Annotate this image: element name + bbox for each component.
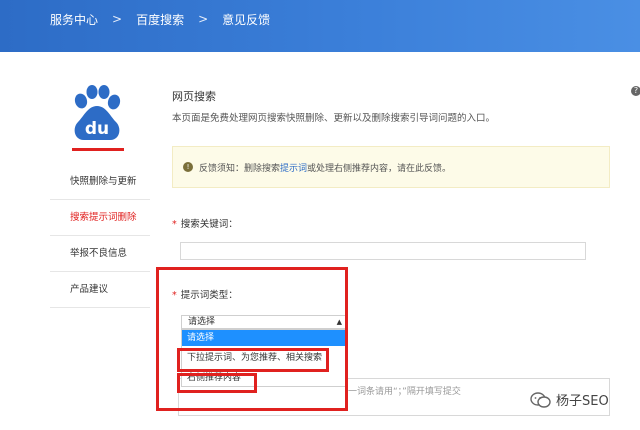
section-title: 网页搜索 bbox=[172, 90, 216, 103]
baidu-logo: du bbox=[74, 85, 121, 140]
top-header-bar: 服务中心 > 百度搜索 > 意见反馈 bbox=[0, 0, 640, 52]
breadcrumb-separator: > bbox=[198, 12, 209, 26]
logo-underline bbox=[72, 148, 124, 151]
keyword-input[interactable] bbox=[180, 242, 586, 260]
keyword-label-text: 搜索关键词： bbox=[180, 219, 238, 230]
sidebar-item-report[interactable]: 举报不良信息 bbox=[50, 236, 150, 272]
breadcrumb-item-baidu-search[interactable]: 百度搜索 bbox=[136, 11, 184, 28]
logo-text: du bbox=[85, 119, 109, 139]
breadcrumb-item-service-center[interactable]: 服务中心 bbox=[50, 11, 98, 28]
breadcrumb: 服务中心 > 百度搜索 > 意见反馈 bbox=[50, 10, 270, 28]
info-icon: ! bbox=[183, 162, 193, 172]
breadcrumb-item-feedback[interactable]: 意见反馈 bbox=[222, 11, 270, 28]
watermark-text: 杨子SEO bbox=[556, 394, 609, 409]
sidebar-item-suggestion-delete[interactable]: 搜索提示词删除 bbox=[50, 200, 150, 236]
textarea-hint: 一词条请用“；”隔开填写提交 bbox=[348, 387, 461, 397]
sidebar: 快照删除与更新 搜索提示词删除 举报不良信息 产品建议 bbox=[50, 164, 150, 308]
breadcrumb-separator: > bbox=[112, 12, 123, 26]
annotation-box-option-1 bbox=[177, 348, 329, 372]
section-description: 本页面是免费处理网页搜索快照删除、更新以及删除搜索引导词问题的入口。 bbox=[172, 113, 496, 124]
wechat-icon bbox=[530, 391, 551, 408]
keyword-label: * 搜索关键词： bbox=[172, 216, 238, 230]
sidebar-item-product-advice[interactable]: 产品建议 bbox=[50, 272, 150, 308]
notice-prefix: 反馈须知：删除搜索 bbox=[199, 163, 281, 174]
notice-suffix: 或处理右侧推荐内容，请在此反馈。 bbox=[307, 163, 452, 174]
watermark: 杨子SEO bbox=[530, 390, 609, 409]
sidebar-item-snapshot[interactable]: 快照删除与更新 bbox=[50, 164, 150, 200]
help-icon[interactable]: ? bbox=[631, 86, 640, 96]
annotation-box-option-2 bbox=[177, 373, 257, 393]
notice-link-suggestion[interactable]: 提示词 bbox=[280, 161, 307, 174]
required-mark: * bbox=[172, 219, 177, 230]
notice-box: ! 反馈须知：删除搜索 提示词 或处理右侧推荐内容，请在此反馈。 bbox=[172, 146, 610, 188]
